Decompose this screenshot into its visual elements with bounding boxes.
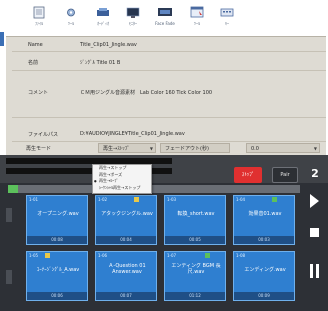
stop-icon[interactable] (307, 223, 321, 243)
pad-title: Ａ-Question 01 Answer.wav (108, 263, 146, 275)
divider (12, 141, 326, 142)
toolbar: ﾌｧｲﾙ ﾂｰﾙ ｵｰﾃﾞｨｵ ﾓﾆﾀｰ Face Fade ﾂｰﾙ ｷｰ (20, 5, 298, 35)
divider (12, 70, 326, 71)
pad-button[interactable]: 1-06 Ａ-Question 01 Answer.wav 00:07 (95, 251, 157, 301)
fade-out-select-value: フェードアウト(秒) (165, 146, 209, 152)
pad-duration: 00:08 (27, 236, 87, 244)
pad-title: オープニング.wav (37, 211, 79, 217)
toolbar-label: ﾌｧｲﾙ (35, 21, 43, 26)
chevron-down-icon: ▼ (313, 146, 317, 151)
toolbar-key-button[interactable]: ｷｰ (214, 5, 240, 33)
toolbar-label: ﾂｰﾙ (68, 21, 74, 26)
settings-icon (67, 8, 75, 17)
pad-duration: 00:05 (165, 236, 225, 244)
name-value[interactable]: Title_Clip01_Jingle.wav (80, 42, 137, 48)
play-mode-label: 再生モード (26, 146, 52, 152)
keyboard-icon (220, 8, 234, 17)
fade-time-value: 0.0 (251, 146, 259, 152)
pad-number: 1-01 (29, 197, 39, 202)
comment-value[interactable]: ＣＭ用ジングル音源素材 Lab Color 160 Tick Color 100 (80, 89, 212, 96)
left-edge-tab (0, 32, 4, 46)
page-number: 2 (311, 167, 319, 180)
pad-button[interactable]: 1-08 エンディング.wav 00:09 (233, 251, 295, 301)
pad-button[interactable]: 1-03 転換_short.wav 00:05 (164, 195, 226, 245)
pad-number: 1-08 (236, 253, 246, 258)
pad-number: 1-05 (29, 253, 39, 258)
play-icon[interactable] (307, 191, 321, 211)
active-tab-indicator (8, 185, 18, 193)
pad-grid: 1-01 オープニング.wav 00:08 1-02 アタックジングル.wav … (0, 183, 328, 311)
file-path-label: ファイルパス (28, 132, 59, 138)
toolbar-label: ｵｰﾃﾞｨｵ (97, 21, 109, 26)
toolbar-display-button[interactable]: Face Fade (152, 5, 178, 33)
name-label: Name (28, 42, 43, 48)
pad-title: 効果音01.wav (248, 211, 282, 217)
pad-number: 1-06 (98, 253, 108, 258)
toolbar-window-button[interactable]: ﾂｰﾙ (184, 5, 210, 33)
pad-duration: 00:04 (96, 236, 156, 244)
pad-title: 転換_short.wav (177, 211, 215, 217)
title-value[interactable]: ｼﾞﾝｸﾞﾙ Title 01 B (80, 59, 120, 66)
pad-duration: 00:03 (234, 236, 294, 244)
marker-icon (272, 197, 277, 202)
chevron-down-icon: ▼ (149, 146, 153, 151)
pad-number: 1-04 (236, 197, 246, 202)
toolbar-tool-button[interactable]: ﾂｰﾙ (58, 5, 84, 33)
toolbar-label: ﾓﾆﾀｰ (129, 21, 137, 26)
audio-icon (97, 8, 109, 16)
pad-duration: 00:07 (96, 292, 156, 300)
marker-icon (205, 253, 210, 258)
pad-duration: 00:06 (27, 292, 87, 300)
marker-icon (45, 253, 50, 258)
pad-title: エンディング.wav (244, 267, 286, 273)
pad-button[interactable]: 1-07 エンディング BGM 長尺.wav 01:12 (164, 251, 226, 301)
pad-number: 1-02 (98, 197, 108, 202)
toolbar-label: ｷｰ (225, 21, 229, 26)
app-window: ﾌｧｲﾙ ﾂｰﾙ ｵｰﾃﾞｨｵ ﾓﾆﾀｰ Face Fade ﾂｰﾙ ｷｰ Na… (0, 0, 328, 311)
pad-button[interactable]: 1-01 オープニング.wav 00:08 (26, 195, 88, 245)
play-mode-select[interactable]: 再生→ｽﾄｯﾌﾟ ▼ (98, 143, 156, 153)
toolbar-audio-button[interactable]: ｵｰﾃﾞｨｵ (90, 5, 116, 33)
title-label: 名前 (28, 60, 39, 66)
monitor-icon (126, 7, 140, 18)
toolbar-monitor-button[interactable]: ﾓﾆﾀｰ (120, 5, 146, 33)
pause-icon[interactable] (307, 261, 321, 281)
document-icon (33, 6, 45, 19)
comment-label: コメント (28, 90, 49, 96)
pad-button[interactable]: 1-05 ｺｰﾅｰｼﾞﾝｸﾞﾙ_A.wav 00:06 (26, 251, 88, 301)
window-icon (190, 6, 204, 18)
pad-tab-bar[interactable] (8, 185, 300, 193)
pad-duration: 00:09 (234, 292, 294, 300)
pad-number: 1-07 (167, 253, 177, 258)
divider (12, 117, 326, 118)
play-mode-menu: 再生→ストップ 再生→ポーズ 再生→ﾙｰﾌﾟ ｼｰｹﾝｼｬﾙ再生→ストップ (92, 164, 152, 194)
pad-title: アタックジングル.wav (101, 211, 153, 217)
divider (12, 51, 326, 52)
play-mode-select-value: 再生→ｽﾄｯﾌﾟ (103, 146, 130, 152)
fade-out-select[interactable]: フェードアウト(秒) (160, 143, 230, 153)
menu-item-sequential-stop[interactable]: ｼｰｹﾝｼｬﾙ再生→ストップ (93, 185, 151, 192)
pad-button[interactable]: 1-04 効果音01.wav 00:03 (233, 195, 295, 245)
left-rail-lower (6, 270, 12, 284)
pad-duration: 01:12 (165, 292, 225, 300)
pad-title: ｺｰﾅｰｼﾞﾝｸﾞﾙ_A.wav (36, 267, 80, 273)
stop-button[interactable]: ｽﾄｯﾌﾟ (234, 167, 262, 183)
marker-icon (134, 197, 139, 202)
pad-button[interactable]: 1-02 アタックジングル.wav 00:04 (95, 195, 157, 245)
fade-time-select[interactable]: 0.0 ▼ (246, 143, 320, 153)
toolbar-label: ﾂｰﾙ (194, 21, 200, 26)
toolbar-file-button[interactable]: ﾌｧｲﾙ (26, 5, 52, 33)
pad-number: 1-03 (167, 197, 177, 202)
toolbar-label: Face Fade (155, 21, 175, 26)
file-path-value[interactable]: D:¥AUDIO¥JINGLE¥Title_Clip01_Jingle.wav (80, 131, 185, 137)
pad-title: エンディング BGM 長尺.wav (171, 263, 221, 275)
pair-button[interactable]: Pair (272, 167, 298, 183)
clip-info-panel: Name Title_Clip01_Jingle.wav 名前 ｼﾞﾝｸﾞﾙ T… (6, 36, 326, 155)
left-rail-upper (6, 208, 12, 222)
display-icon (158, 8, 172, 16)
